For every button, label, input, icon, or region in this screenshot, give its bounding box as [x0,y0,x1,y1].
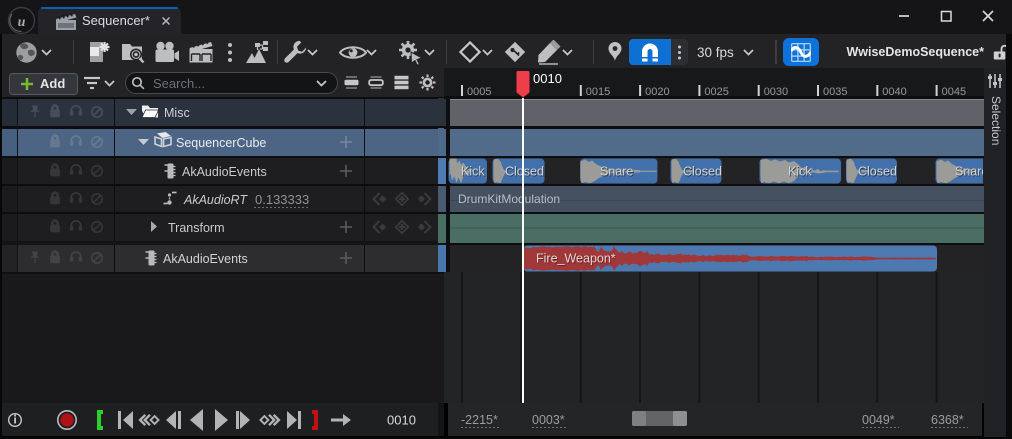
svg-text:Fire_Weapon*: Fire_Weapon* [536,252,616,266]
svg-text:0.133333: 0.133333 [255,192,309,207]
svg-text:u: u [18,15,26,30]
svg-text:Kick: Kick [461,165,485,179]
svg-text:SequencerCube: SequencerCube [176,136,266,150]
svg-text:Transform: Transform [168,221,225,235]
svg-text:Closed: Closed [683,165,722,179]
svg-text:Snare: Snare [600,165,633,179]
svg-text:0049*: 0049* [862,413,895,427]
svg-text:Misc: Misc [164,106,190,120]
svg-text:AkAudioEvents: AkAudioEvents [163,252,248,266]
svg-text:0003*: 0003* [532,413,565,427]
svg-text:Kick: Kick [788,165,812,179]
svg-text:-2215*: -2215* [461,413,498,427]
svg-text:Closed: Closed [858,165,897,179]
svg-text:AkAudioEvents: AkAudioEvents [182,165,267,179]
svg-text:Closed: Closed [505,165,544,179]
svg-text:AkAudioRT: AkAudioRT [183,193,248,207]
svg-text:0010: 0010 [387,413,416,428]
svg-text:Snare: Snare [955,165,984,179]
svg-text:6368*: 6368* [931,413,964,427]
